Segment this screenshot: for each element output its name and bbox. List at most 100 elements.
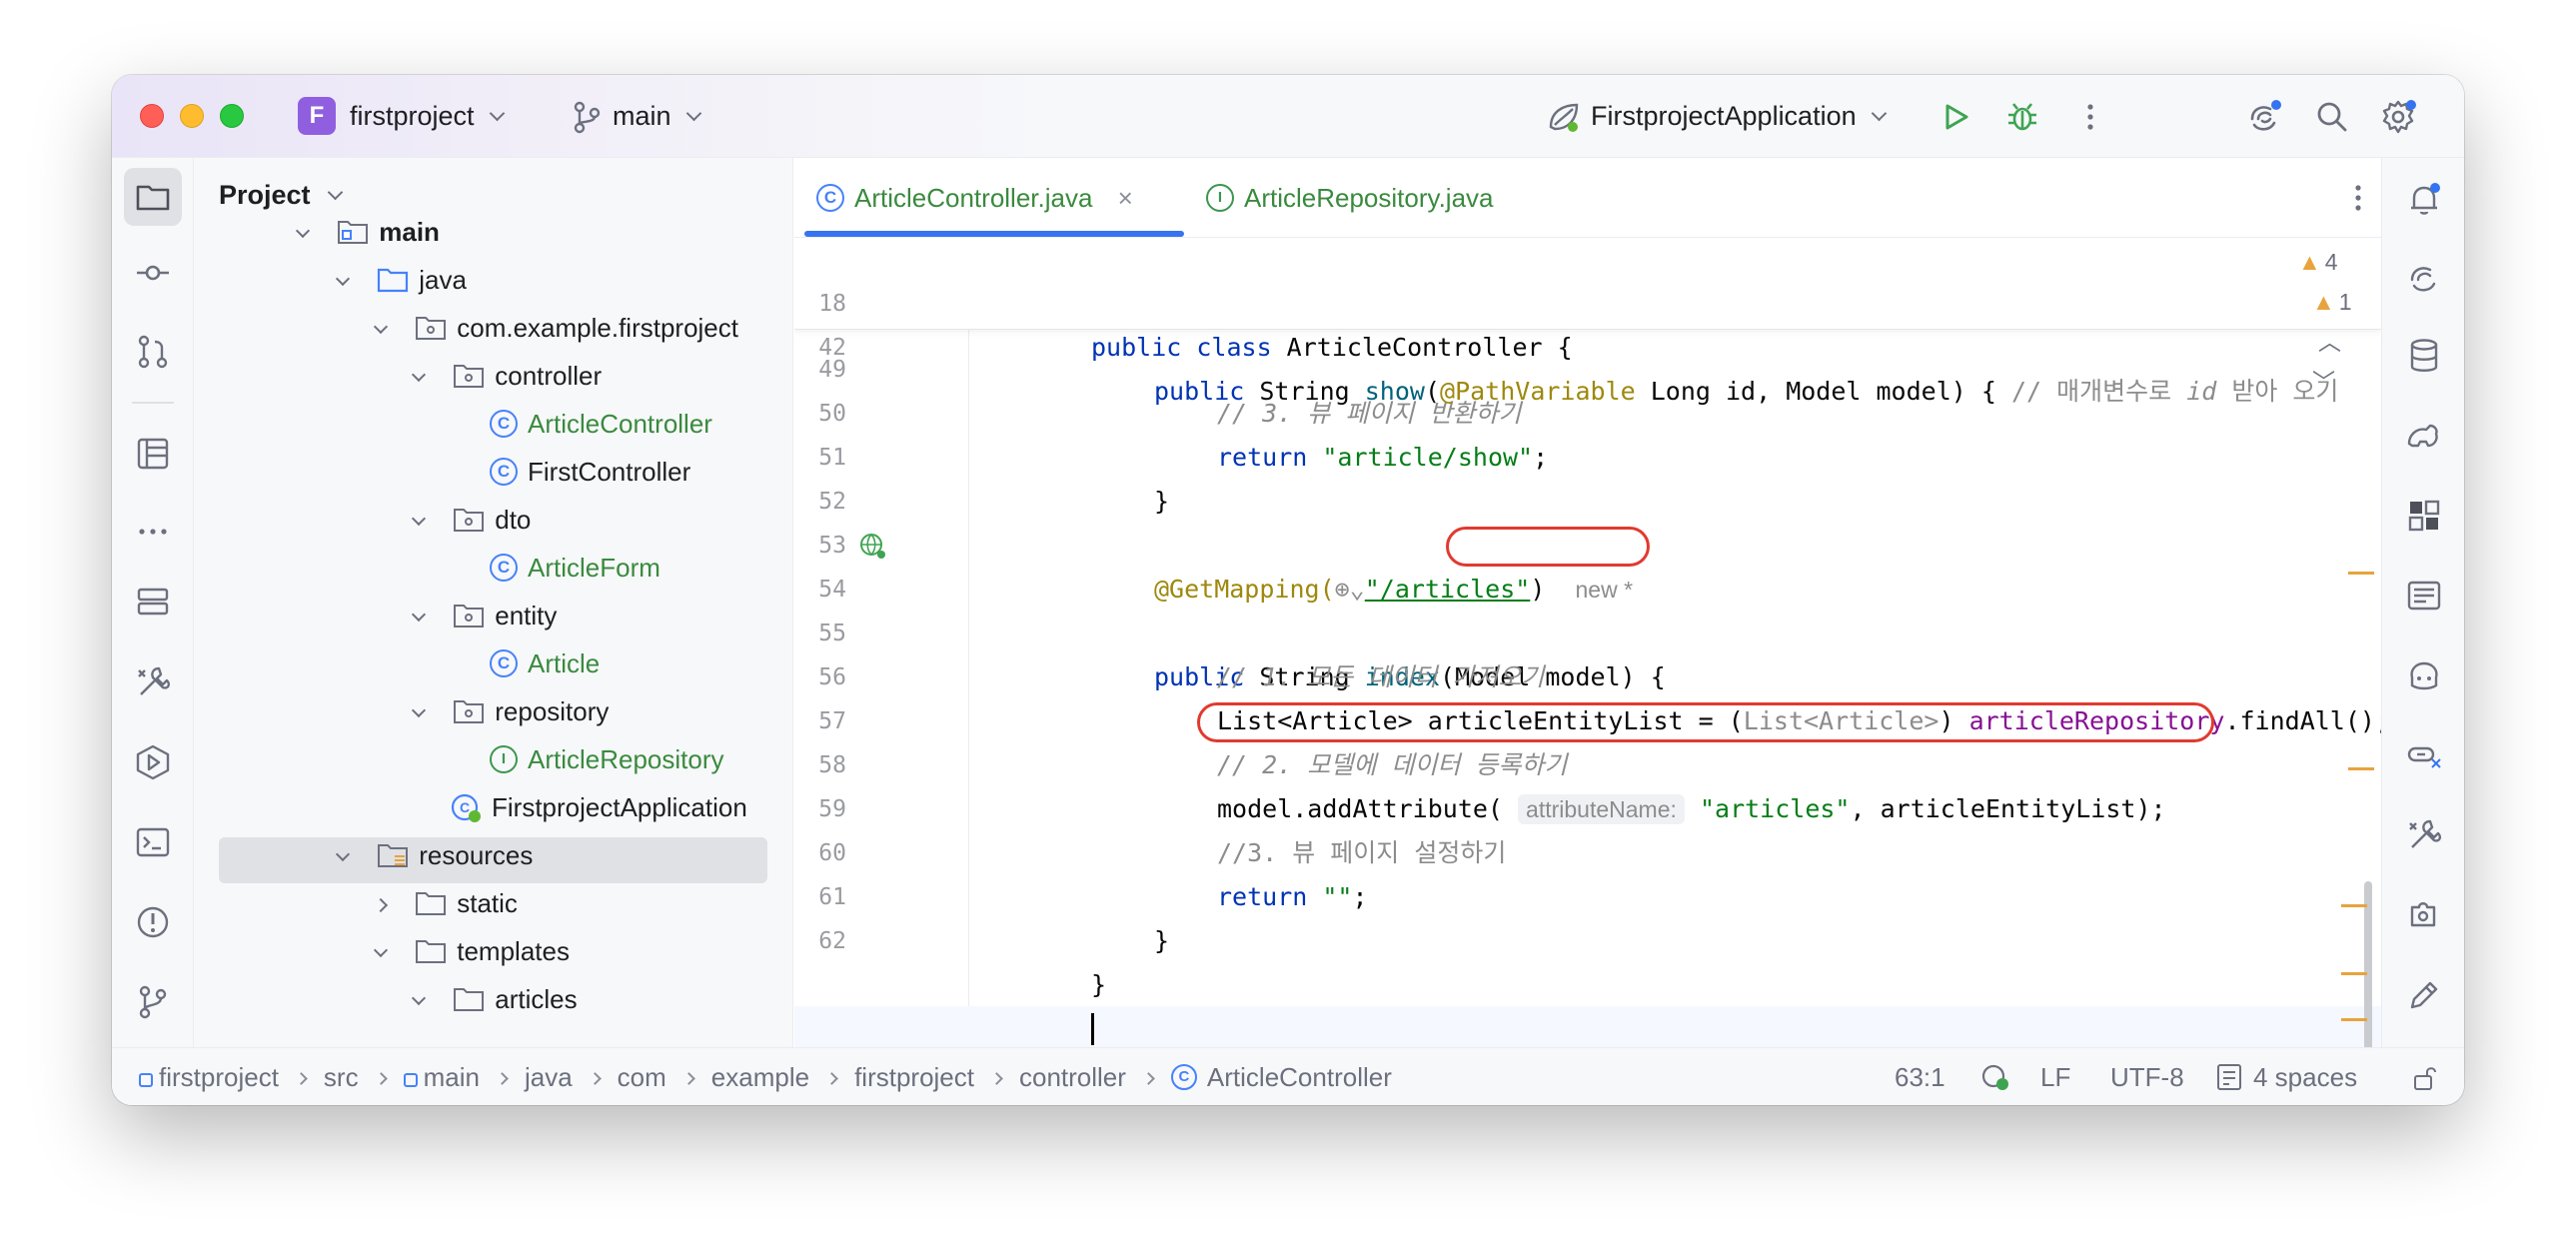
- code-editor[interactable]: 18 public class ArticleController { 42 p…: [794, 238, 2381, 1047]
- previous-highlight-icon[interactable]: ︿: [2318, 329, 2341, 355]
- breadcrumb-item[interactable]: main: [403, 1062, 480, 1092]
- run-icon[interactable]: [1935, 97, 1975, 137]
- warning-marker[interactable]: [2348, 767, 2374, 770]
- ai-chat-icon[interactable]: [2404, 258, 2444, 298]
- tree-item-templates[interactable]: templates: [373, 928, 570, 974]
- inspection-widget[interactable]: ▲ 4 ▲ 1 ︿ ﹀: [2298, 242, 2381, 402]
- tree-item-controller[interactable]: controller: [411, 353, 602, 399]
- project-folder-icon[interactable]: [133, 177, 173, 217]
- notifications-bell-icon[interactable]: [2404, 180, 2444, 220]
- warning-marker[interactable]: [2348, 572, 2374, 575]
- search-icon[interactable]: [2312, 97, 2352, 137]
- code-line-63[interactable]: 63: [794, 1006, 2381, 1047]
- copilot-icon[interactable]: [2404, 655, 2444, 695]
- tree-item-java[interactable]: java: [335, 257, 467, 303]
- sticky-lines-header[interactable]: 18 public class ArticleController { 42 p…: [794, 238, 2381, 406]
- breadcrumb-item[interactable]: java: [525, 1062, 573, 1092]
- sticky-line[interactable]: 18 public class ArticleController {: [794, 238, 2381, 362]
- plugins-icon[interactable]: [2404, 895, 2444, 935]
- commit-icon[interactable]: [133, 253, 173, 293]
- breadcrumb-item[interactable]: controller: [1019, 1062, 1126, 1092]
- tree-item-resources[interactable]: resources: [335, 832, 533, 878]
- code-text: }: [1154, 926, 1170, 955]
- close-window-button[interactable]: [140, 104, 164, 128]
- code-line-59[interactable]: 59 //3. 뷰 페이지 설정하기: [794, 743, 2381, 867]
- breadcrumb-item[interactable]: C ArticleController: [1170, 1062, 1392, 1092]
- services-icon[interactable]: [133, 582, 173, 622]
- tree-item-repository[interactable]: repository: [411, 688, 609, 734]
- tree-item-entity[interactable]: entity: [411, 593, 558, 638]
- terminal-icon[interactable]: [133, 822, 173, 862]
- breadcrumb-item[interactable]: firstproject: [139, 1062, 279, 1092]
- code-line-57[interactable]: 57 // 2. 모델에 데이터 등록하기: [794, 655, 2381, 779]
- resources-folder-icon: [378, 844, 409, 868]
- indent-setting[interactable]: 4 spaces: [2253, 1048, 2357, 1105]
- tree-item-static[interactable]: static: [373, 880, 518, 926]
- line-separator[interactable]: LF: [2040, 1048, 2070, 1105]
- version-control-icon[interactable]: [133, 982, 173, 1022]
- code-line-61[interactable]: 61 }: [794, 831, 2381, 955]
- structure-icon[interactable]: [133, 434, 173, 474]
- zoom-window-button[interactable]: [220, 104, 244, 128]
- code-vision-icon[interactable]: [1980, 1062, 2010, 1092]
- coverage-icon[interactable]: [2404, 496, 2444, 536]
- run-configuration-selector[interactable]: FirstprojectApplication: [1591, 99, 1888, 133]
- code-line-55[interactable]: 55 // 1. 모든 데이터 가져오기: [794, 568, 2381, 691]
- tree-item-articles[interactable]: articles: [411, 976, 578, 1022]
- build-tools-icon[interactable]: [2404, 815, 2444, 855]
- project-panel-header[interactable]: Project: [219, 180, 344, 211]
- build-tools-icon[interactable]: [133, 662, 173, 702]
- ai-assistant-icon[interactable]: [2244, 97, 2284, 137]
- tree-item-articleform[interactable]: C ArticleForm: [490, 545, 660, 591]
- next-highlight-icon[interactable]: ﹀: [2312, 369, 2335, 395]
- endpoints-icon[interactable]: [2404, 735, 2444, 775]
- more-tools-icon[interactable]: [133, 512, 173, 552]
- problems-icon[interactable]: [133, 902, 173, 942]
- edit-pencil-icon[interactable]: [2404, 975, 2444, 1015]
- branch-selector[interactable]: main: [613, 99, 702, 133]
- documentation-icon[interactable]: [2404, 576, 2444, 616]
- breadcrumb-item[interactable]: example: [711, 1062, 809, 1092]
- breadcrumb-item[interactable]: src: [324, 1062, 359, 1092]
- warning-marker[interactable]: [2341, 904, 2367, 907]
- tab-articlerepository[interactable]: I ArticleRepository.java: [1206, 158, 1494, 238]
- warnings-count: 4: [2324, 249, 2338, 275]
- endpoint-gutter-icon[interactable]: [858, 532, 888, 562]
- project-selector[interactable]: firstproject: [350, 99, 506, 133]
- code-line-52[interactable]: 52: [794, 436, 2381, 515]
- tree-item-articlecontroller[interactable]: C ArticleController: [490, 401, 712, 447]
- read-only-lock-icon[interactable]: [2411, 1064, 2439, 1092]
- breadcrumb-item[interactable]: firstproject: [854, 1062, 974, 1092]
- settings-gear-icon[interactable]: [2378, 97, 2418, 137]
- tab-articlecontroller[interactable]: C ArticleController.java ×: [816, 158, 1133, 238]
- code-line-62[interactable]: 62 }: [794, 875, 2381, 999]
- package-icon: [454, 365, 485, 389]
- debug-icon[interactable]: [2002, 97, 2042, 137]
- tree-item-articlerepository[interactable]: I ArticleRepository: [490, 736, 724, 782]
- tab-options-icon[interactable]: [2338, 178, 2378, 218]
- warning-marker[interactable]: [2341, 1018, 2367, 1021]
- tree-item-label: entity: [495, 601, 558, 630]
- more-actions-icon[interactable]: [2070, 97, 2110, 137]
- close-tab-icon[interactable]: ×: [1118, 183, 1133, 213]
- tree-item-dto[interactable]: dto: [411, 497, 531, 543]
- code-line-60[interactable]: 60 return "";: [794, 787, 2381, 911]
- code-line-53[interactable]: 53 @GetMapping(⊕⌄"/articles") new *: [794, 480, 2381, 604]
- code-line-56[interactable]: 56 List<Article> articleEntityList = (Li…: [794, 612, 2381, 735]
- sticky-line[interactable]: 42 public String show(@PathVariable Long…: [794, 282, 2381, 406]
- tree-item-article[interactable]: C Article: [490, 640, 600, 686]
- tree-item-firstprojectapplication[interactable]: C FirstprojectApplication: [450, 784, 747, 830]
- run-tool-icon[interactable]: [133, 742, 173, 782]
- pull-requests-icon[interactable]: [133, 332, 173, 372]
- caret-position[interactable]: 63:1: [1895, 1048, 1945, 1105]
- database-icon[interactable]: [2404, 336, 2444, 376]
- file-encoding[interactable]: UTF-8: [2110, 1048, 2184, 1105]
- breadcrumb-item[interactable]: com: [618, 1062, 666, 1092]
- tree-item-package-root[interactable]: com.example.firstproject: [373, 305, 738, 351]
- tree-item-main[interactable]: main: [295, 209, 440, 255]
- warning-marker[interactable]: [2341, 972, 2367, 975]
- minimize-window-button[interactable]: [180, 104, 204, 128]
- red-highlight-add-attribute: [1197, 702, 2214, 742]
- gradle-icon[interactable]: [2404, 416, 2444, 456]
- tree-item-firstcontroller[interactable]: C FirstController: [490, 449, 690, 495]
